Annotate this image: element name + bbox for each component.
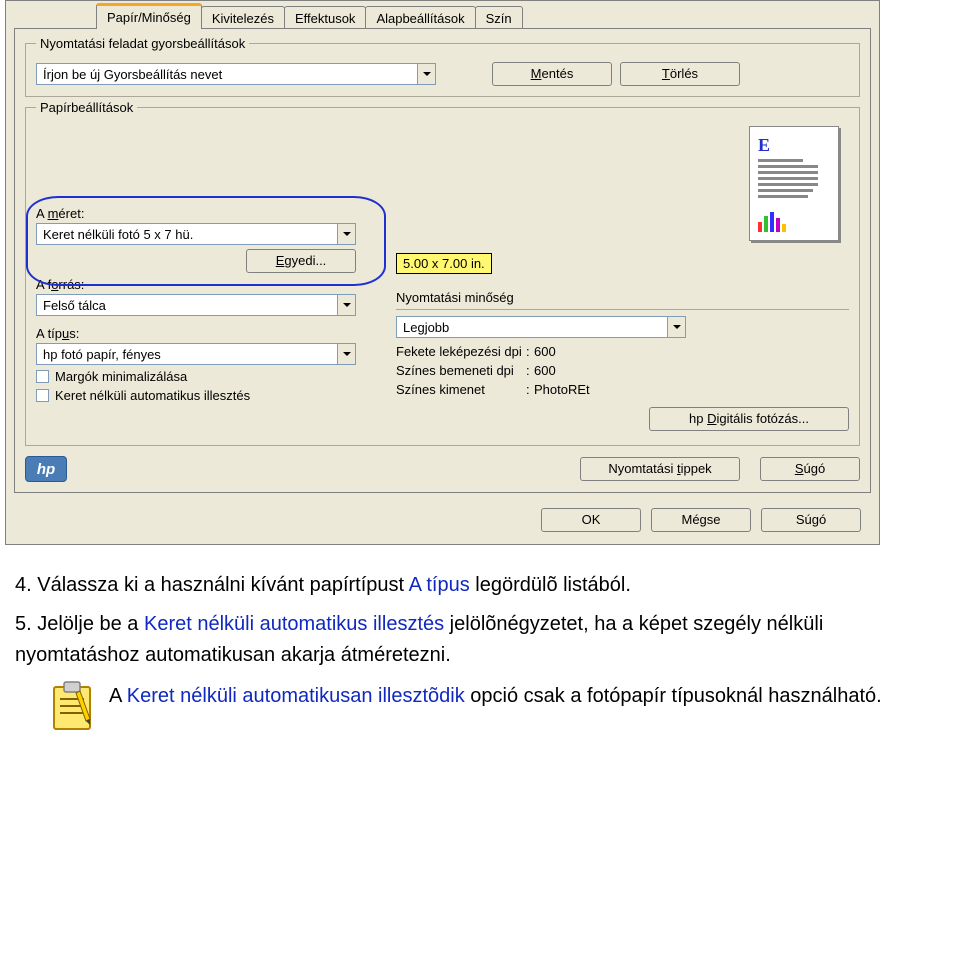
hp-logo-icon: hp [25,456,67,482]
tab-label: Szín [486,11,512,26]
quality-info: Fekete leképezési dpi : 600 Színes bemen… [396,344,849,397]
type-combo[interactable]: hp fotó papír, fényes [36,343,356,365]
help-button[interactable]: Súgó [760,457,860,481]
right-column: E [396,126,849,431]
combo-text: hp fotó papír, fényes [37,347,337,362]
print-tips-button[interactable]: Nyomtatási tippek [580,457,740,481]
instruction-text: 4. Válassza ki a használni kívánt papírt… [0,545,960,751]
checkbox-icon [36,370,49,383]
combo-text: Keret nélküli fotó 5 x 7 hü. [37,227,337,242]
tab-paper-quality[interactable]: Papír/Minőség [96,3,202,29]
tab-panel: Nyomtatási feladat gyorsbeállítások Írjo… [14,28,871,493]
borderless-autofit-checkbox[interactable]: Keret nélküli automatikus illesztés [36,388,376,403]
note-clipboard-icon [50,681,94,731]
info-value: 600 [534,344,849,359]
custom-size-button[interactable]: Egyedi... [246,249,356,273]
tab-label: Kivitelezés [212,11,274,26]
combo-text: Legjobb [397,320,667,335]
tab-finishing[interactable]: Kivitelezés [201,6,285,29]
source-label: A forrás: [36,277,376,292]
tab-label: Alapbeállítások [376,11,464,26]
tab-label: Papír/Minőség [107,10,191,25]
source-combo[interactable]: Felső tálca [36,294,356,316]
term-borderless-autofit: Keret nélküli automatikus illesztés [144,613,444,635]
size-combo[interactable]: Keret nélküli fotó 5 x 7 hü. [36,223,356,245]
info-label: Színes bemeneti dpi [396,363,526,378]
chevron-down-icon[interactable] [337,295,355,315]
chevron-down-icon[interactable] [667,317,685,337]
digital-photo-button[interactable]: hp Digitális fotózás... [649,407,849,431]
tab-label: Effektusok [295,11,355,26]
chevron-down-icon[interactable] [337,344,355,364]
print-settings-dialog: Papír/Minőség Kivitelezés Effektusok Ala… [5,0,880,545]
group-paper-settings: Papírbeállítások A méret: Keret nélküli … [25,107,860,446]
info-label: Fekete leképezési dpi [396,344,526,359]
term-a-tipus: A típus [409,574,470,596]
combo-text: Felső tálca [37,298,337,313]
ok-button[interactable]: OK [541,508,641,532]
info-value: PhotoREt [534,382,849,397]
dialog-footer: OK Mégse Súgó [6,502,879,536]
chevron-down-icon[interactable] [417,64,435,84]
note-block: A Keret nélküli automatikusan illesztõdi… [15,681,920,731]
info-label: Színes kimenet [396,382,526,397]
quality-group-label: Nyomtatási minőség [396,290,849,305]
group-title: Papírbeállítások [36,100,137,115]
combo-text: Írjon be új Gyorsbeállítás nevet [37,67,417,82]
chevron-down-icon[interactable] [337,224,355,244]
tab-basics[interactable]: Alapbeállítások [365,6,475,29]
checkbox-icon [36,389,49,402]
page-preview-icon: E [749,126,839,241]
cancel-button[interactable]: Mégse [651,508,751,532]
type-label: A típus: [36,326,376,341]
quality-combo[interactable]: Legjobb [396,316,686,338]
checkbox-label: Keret nélküli automatikus illesztés [55,388,250,403]
checkbox-label: Margók minimalizálása [55,369,187,384]
tab-color[interactable]: Szín [475,6,523,29]
quickset-name-combo[interactable]: Írjon be új Gyorsbeállítás nevet [36,63,436,85]
save-button[interactable]: Mentés [492,62,612,86]
minimize-margins-checkbox[interactable]: Margók minimalizálása [36,369,376,384]
help-button-footer[interactable]: Súgó [761,508,861,532]
term-borderless-auto: Keret nélküli automatikusan illesztõdik [127,685,465,707]
left-column: A méret: Keret nélküli fotó 5 x 7 hü. Eg… [36,126,376,431]
group-quick-settings: Nyomtatási feladat gyorsbeállítások Írjo… [25,43,860,97]
delete-button[interactable]: Törlés [620,62,740,86]
group-title: Nyomtatási feladat gyorsbeállítások [36,36,249,51]
info-value: 600 [534,363,849,378]
tab-effects[interactable]: Effektusok [284,6,366,29]
size-label: A méret: [36,206,376,221]
tab-strip: Papír/Minőség Kivitelezés Effektusok Ala… [6,1,879,29]
dimensions-badge: 5.00 x 7.00 in. [396,253,492,274]
